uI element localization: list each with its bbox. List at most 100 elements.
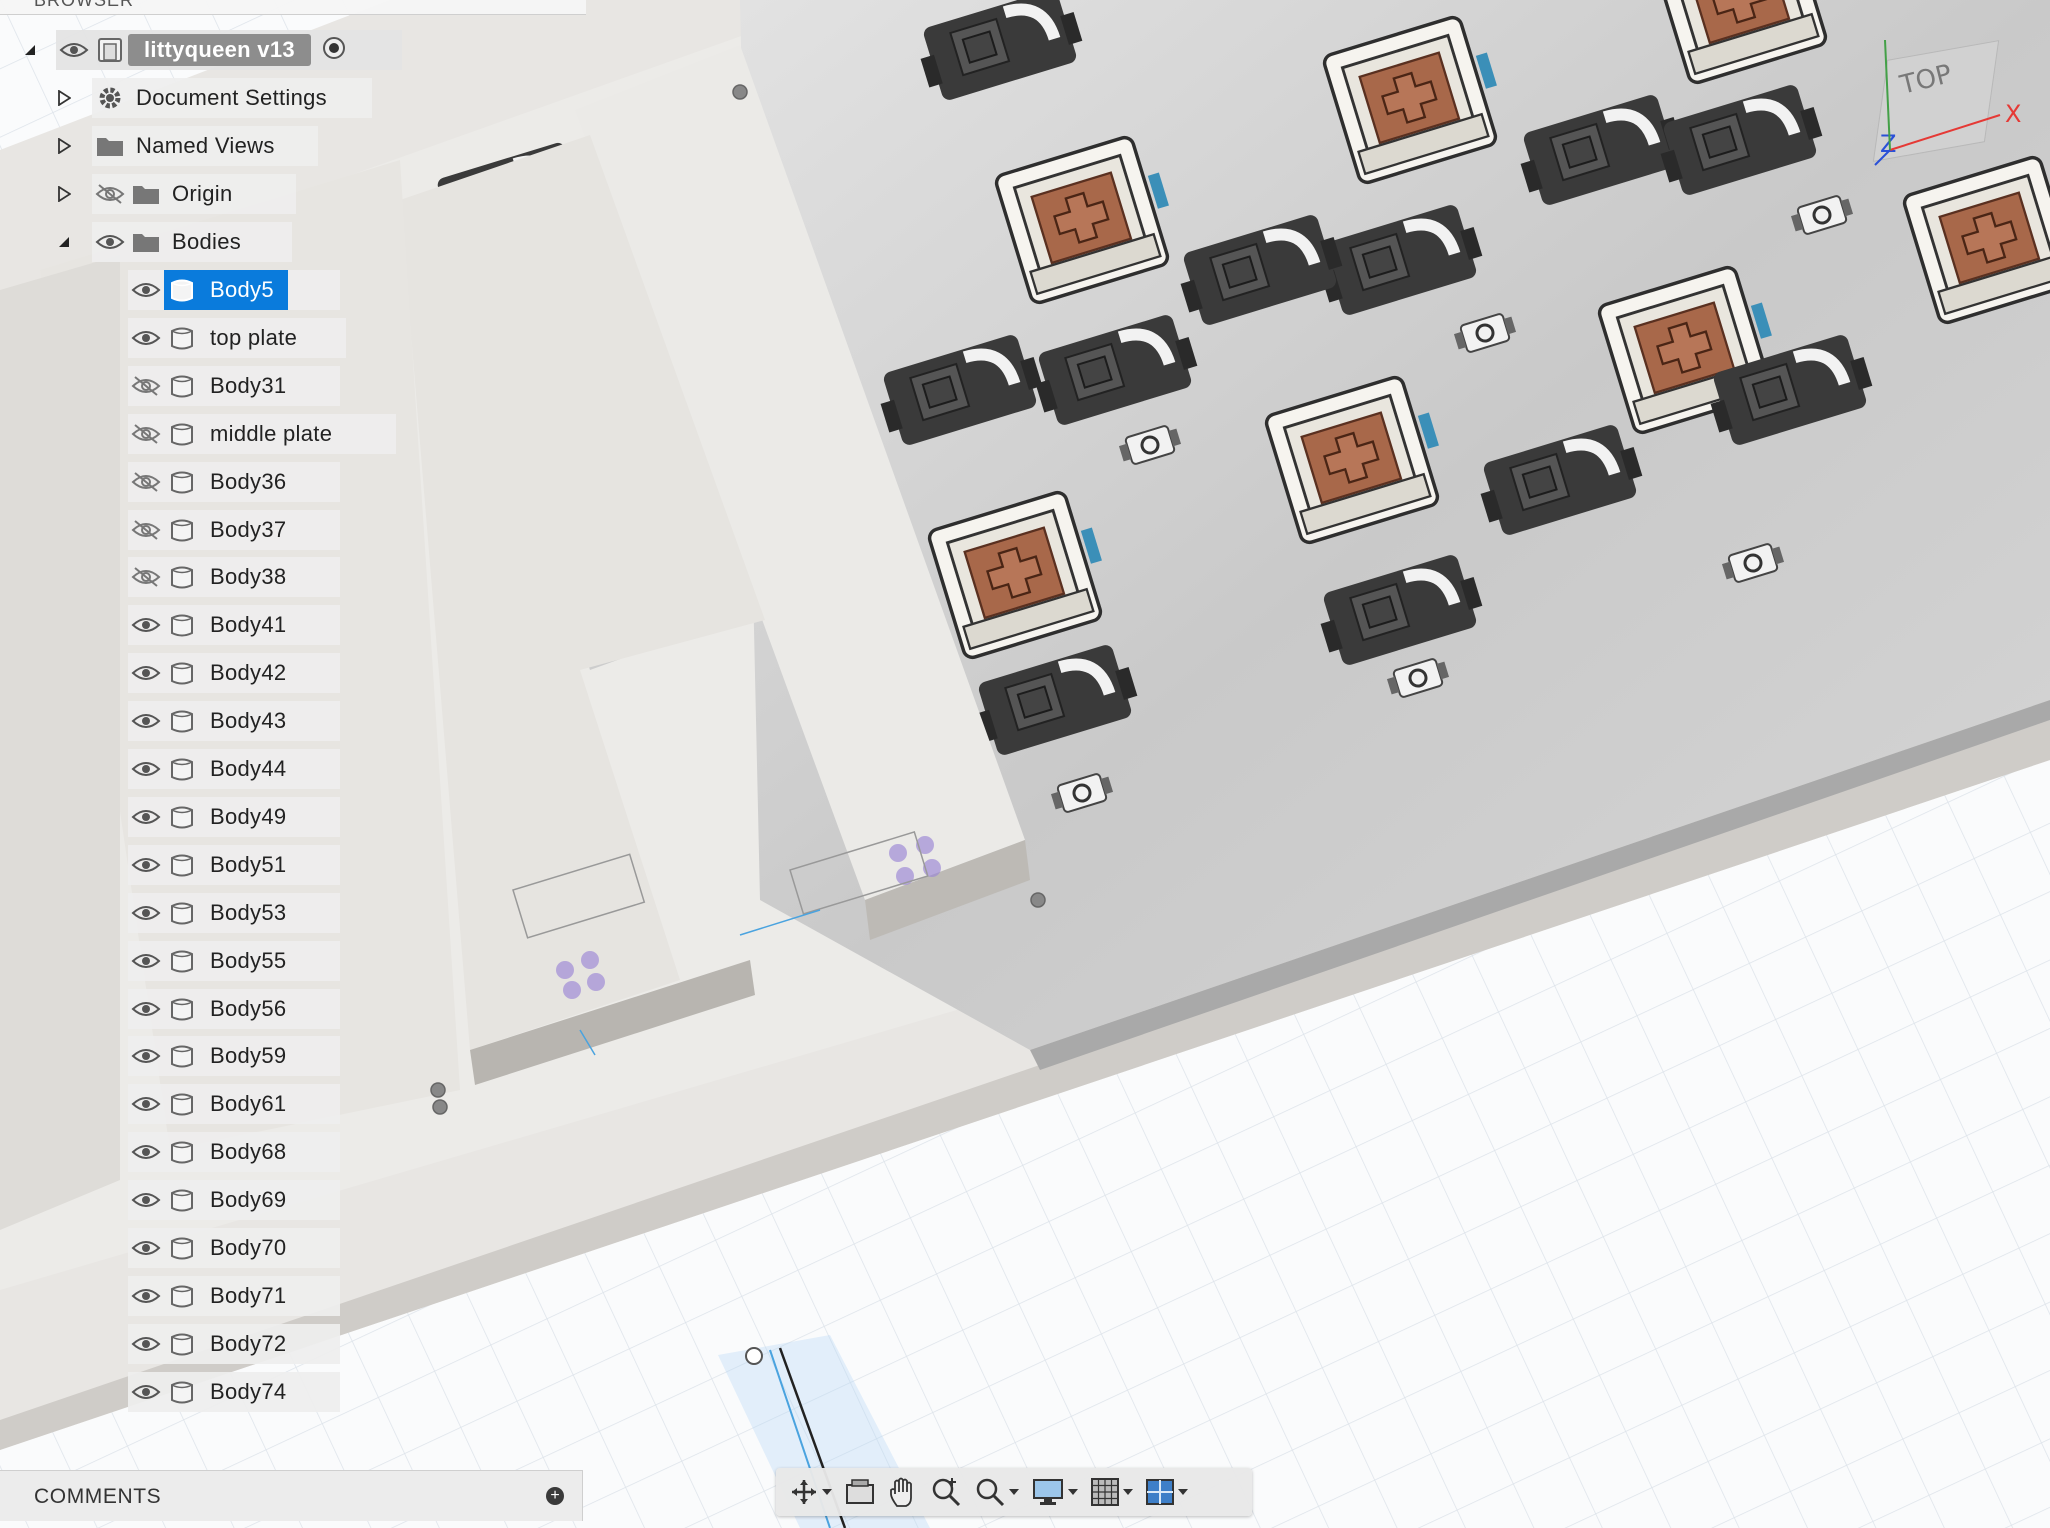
tree-body-row[interactable]: Body53	[128, 892, 340, 933]
tree-body-row[interactable]: Body55	[128, 940, 340, 981]
expand-arrow-icon[interactable]	[54, 136, 74, 156]
tree-label: Named Views	[136, 133, 275, 158]
eye-hidden-icon[interactable]	[128, 366, 164, 406]
expand-arrow-icon[interactable]	[54, 184, 74, 204]
activate-radio-icon[interactable]	[321, 35, 347, 66]
eye-icon[interactable]	[92, 222, 128, 262]
comments-panel[interactable]: COMMENTS +	[0, 1470, 583, 1521]
eye-icon[interactable]	[128, 1084, 164, 1124]
dropdown-caret-icon[interactable]	[1009, 1489, 1019, 1495]
tree-label: Body5	[210, 277, 274, 302]
tree-body-row[interactable]: Body68	[128, 1132, 340, 1173]
eye-icon[interactable]	[128, 1324, 164, 1364]
tree-label-wrap: Body37	[164, 510, 300, 550]
eye-icon[interactable]	[56, 30, 92, 70]
eye-icon[interactable]	[128, 1132, 164, 1172]
eye-icon[interactable]	[128, 701, 164, 741]
tree-folder-bodies[interactable]: Bodies	[59, 222, 292, 262]
eye-icon[interactable]	[128, 749, 164, 789]
eye-icon[interactable]	[128, 1180, 164, 1220]
viewports-button[interactable]	[1140, 1472, 1193, 1512]
grid-settings-button[interactable]	[1085, 1472, 1138, 1512]
tree-body-row[interactable]: Body41	[128, 605, 340, 646]
pan-button[interactable]	[883, 1472, 923, 1512]
body-icon	[164, 557, 200, 597]
eye-icon[interactable]	[128, 605, 164, 645]
dropdown-caret-icon[interactable]	[1123, 1489, 1133, 1495]
body-icon	[164, 797, 200, 837]
tree-body-row[interactable]: Body61	[128, 1084, 340, 1125]
zoom-button[interactable]	[925, 1472, 967, 1512]
eye-icon[interactable]	[128, 941, 164, 981]
body-icon	[164, 845, 200, 885]
tree-body-row[interactable]: Body38	[128, 557, 340, 598]
body-icon	[164, 1276, 200, 1316]
tree-label-wrap: Body61	[164, 1084, 300, 1124]
eye-icon[interactable]	[128, 893, 164, 933]
tree-folder-document-settings[interactable]: Document Settings	[58, 78, 372, 118]
eye-hidden-icon[interactable]	[128, 557, 164, 597]
eye-icon[interactable]	[128, 1228, 164, 1268]
tree-body-row[interactable]: top plate	[128, 317, 346, 358]
tree-label: Body41	[210, 612, 287, 638]
tree-body-row[interactable]: Body69	[128, 1180, 340, 1221]
eye-icon[interactable]	[128, 318, 164, 358]
pan-hand-icon	[890, 1477, 912, 1507]
tree-folder-named-views[interactable]: Named Views	[58, 126, 318, 166]
eye-hidden-icon[interactable]	[128, 414, 164, 454]
body-icon	[164, 270, 200, 310]
body-icon	[164, 1324, 200, 1364]
display-settings-button[interactable]	[1026, 1472, 1083, 1512]
tree-folder-origin[interactable]: Origin	[58, 174, 296, 214]
collapse-arrow-icon[interactable]	[20, 40, 40, 60]
tree-body-row[interactable]: Body71	[128, 1275, 340, 1316]
eye-icon[interactable]	[128, 1276, 164, 1316]
tree-label-wrap: Origin	[164, 174, 247, 214]
dropdown-caret-icon[interactable]	[822, 1489, 832, 1495]
tree-label: Body70	[210, 1235, 287, 1260]
collapse-arrow-icon[interactable]	[54, 232, 74, 252]
tree-label-wrap: Body5	[164, 270, 288, 310]
eye-hidden-icon[interactable]	[92, 174, 128, 214]
eye-icon[interactable]	[128, 270, 164, 310]
tree-label-wrap: Body31	[164, 366, 300, 406]
tree-body-row[interactable]: Body59	[128, 1036, 340, 1077]
tree-body-row[interactable]: Body72	[128, 1323, 340, 1364]
tree-body-row[interactable]: Body44	[128, 749, 340, 789]
tree-label: Body61	[210, 1091, 287, 1117]
expand-arrow-icon[interactable]	[54, 88, 74, 108]
eye-icon[interactable]	[128, 845, 164, 885]
eye-hidden-icon[interactable]	[128, 510, 164, 550]
dropdown-caret-icon[interactable]	[1178, 1489, 1188, 1495]
tree-body-row[interactable]: Body37	[128, 509, 340, 550]
tree-label-wrap: Body42	[164, 653, 300, 693]
tree-body-row[interactable]: middle plate	[128, 413, 396, 454]
tree-label: Body74	[210, 1378, 287, 1404]
eye-icon[interactable]	[128, 989, 164, 1029]
tree-root-row[interactable]: littyqueen v13	[25, 30, 402, 70]
look-at-button[interactable]	[839, 1472, 881, 1512]
tree-body-row[interactable]: Body42	[128, 653, 340, 694]
eye-icon[interactable]	[128, 653, 164, 693]
add-comment-icon[interactable]: +	[546, 1487, 564, 1505]
fit-zoom-button[interactable]	[969, 1472, 1024, 1512]
eye-icon[interactable]	[128, 797, 164, 837]
tree-body-row[interactable]: Body51	[128, 844, 340, 885]
tree-body-row[interactable]: Body31	[128, 365, 340, 406]
tree-body-row[interactable]: Body49	[128, 796, 340, 837]
tree-label: Body42	[210, 660, 287, 686]
tree-body-row[interactable]: Body36	[128, 461, 340, 502]
tree-body-row[interactable]: Body56	[128, 988, 340, 1029]
eye-icon[interactable]	[128, 1036, 164, 1076]
tree-label: Body31	[210, 372, 287, 398]
eye-hidden-icon[interactable]	[128, 462, 164, 502]
tree-label-wrap: Bodies	[164, 222, 255, 262]
view-cube[interactable]: TOP X Z	[1850, 30, 2040, 180]
orbit-button[interactable]	[784, 1472, 837, 1512]
tree-body-row[interactable]: Body70	[128, 1228, 340, 1268]
tree-body-row[interactable]: Body74	[128, 1371, 340, 1412]
tree-body-row[interactable]: Body5	[128, 270, 340, 310]
eye-icon[interactable]	[128, 1372, 164, 1412]
tree-body-row[interactable]: Body43	[128, 701, 340, 742]
dropdown-caret-icon[interactable]	[1068, 1489, 1078, 1495]
